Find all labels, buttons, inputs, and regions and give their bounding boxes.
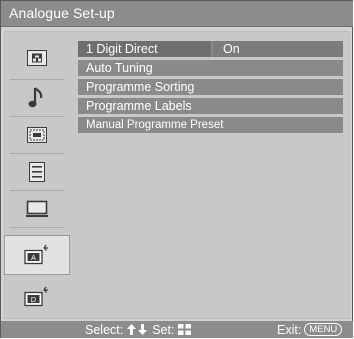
menu-item-manual-programme-preset[interactable]: Manual Programme Preset [78, 117, 343, 133]
arrow-up-icon [127, 324, 137, 335]
navigation-hint: Select: Set: [85, 322, 192, 337]
menu-item-value: On [223, 42, 240, 56]
menu-item-auto-tuning[interactable]: Auto Tuning [78, 60, 343, 76]
menu-item-label: Auto Tuning [86, 61, 153, 75]
svg-text:A: A [31, 253, 36, 262]
music-note-icon [28, 86, 46, 110]
menu-item-label: 1 Digit Direct [86, 42, 158, 56]
screen-layout-icon [27, 127, 47, 143]
digital-setup-icon: D [24, 286, 50, 308]
set-label: Set: [152, 322, 175, 337]
sidebar-item-picture[interactable] [4, 40, 70, 76]
exit-label: Exit: [277, 322, 302, 337]
enter-button-icon [178, 324, 192, 335]
menu-item-label: Programme Labels [86, 99, 192, 113]
window-title: Analogue Set-up [9, 5, 115, 21]
analogue-setup-icon: A [24, 244, 50, 266]
features-list-icon [29, 162, 45, 182]
sidebar-item-screen[interactable] [4, 117, 70, 153]
menu-item-programme-sorting[interactable]: Programme Sorting [78, 79, 343, 95]
sidebar-item-features[interactable] [4, 154, 70, 190]
tv-menu-frame: Analogue Set-up A D 1 Digit Direct On Au… [0, 0, 353, 338]
title-bar: Analogue Set-up [1, 1, 353, 27]
menu-button-icon: MENU [304, 323, 343, 336]
menu-item-value-box: On [213, 41, 343, 57]
arrow-down-icon [138, 324, 148, 335]
sidebar-item-setup[interactable] [4, 191, 70, 227]
sidebar-item-analogue-setup[interactable]: A [4, 235, 70, 275]
monitor-icon [26, 200, 48, 218]
select-label: Select: [85, 322, 124, 337]
svg-text:D: D [31, 295, 37, 304]
footer-bar: Select: Set: Exit: MENU [1, 321, 353, 338]
menu-item-label: Programme Sorting [86, 80, 195, 94]
menu-item-programme-labels[interactable]: Programme Labels [78, 98, 343, 114]
sidebar-item-sound[interactable] [4, 80, 70, 116]
menu-item-label: Manual Programme Preset [86, 119, 224, 131]
sidebar: A D [4, 31, 70, 319]
exit-hint: Exit: MENU [277, 322, 343, 337]
menu-item-1-digit-direct[interactable]: 1 Digit Direct On [78, 41, 343, 57]
picture-icon [27, 50, 47, 66]
sidebar-item-digital-setup[interactable]: D [4, 279, 70, 315]
